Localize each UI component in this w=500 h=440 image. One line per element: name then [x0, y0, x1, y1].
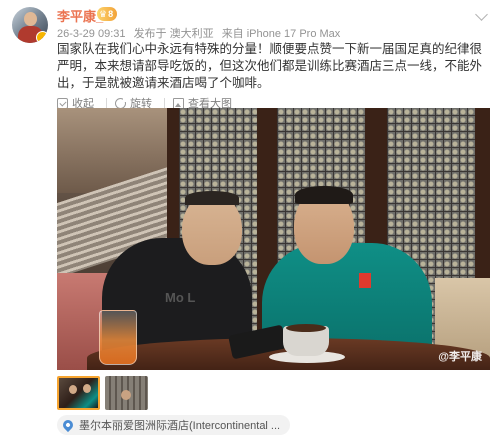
thumbnail-1[interactable]: [57, 376, 100, 410]
thumbnail-face: [83, 384, 91, 393]
weibo-post-card: 李平康_ ♛ 8 26-3-29 09:31 发布于 澳大利亚 来自 iPhon…: [0, 0, 500, 440]
post-text: 国家队在我们心中永远有特殊的分量！顺便要点赞一下新一届国足真的纪律很严明，本来想…: [57, 42, 483, 90]
post-location-region: 发布于 澳大利亚: [133, 28, 214, 40]
photo-shirt-text: Mo L: [165, 290, 196, 305]
photo-person-right-hair: [295, 186, 353, 204]
post-source-device[interactable]: 来自 iPhone 17 Pro Max: [222, 28, 341, 40]
avatar-head-shape: [24, 12, 37, 26]
photo-coffee-surface: [286, 324, 326, 332]
post-header: 李平康_ ♛ 8 26-3-29 09:31 发布于 澳大利亚 来自 iPhon…: [0, 0, 500, 44]
location-label: 墨尔本丽爱图洲际酒店(Intercontinental ...: [79, 420, 281, 432]
divider: [164, 98, 165, 108]
thumbnail-face: [69, 385, 77, 394]
chevron-down-icon[interactable]: [475, 8, 488, 21]
post-date: 26-3-29 09:31: [57, 28, 126, 40]
image-icon: [173, 97, 184, 109]
location-tag[interactable]: 墨尔本丽爱图洲际酒店(Intercontinental ...: [57, 415, 291, 435]
photo-juice-glass: [99, 310, 137, 365]
thumbnail-2[interactable]: [105, 376, 148, 410]
post-photo[interactable]: Mo L @李平康: [57, 108, 490, 370]
verified-badge-icon: [36, 31, 48, 43]
crown-icon: ♛: [99, 9, 108, 19]
divider: [106, 98, 107, 108]
avatar[interactable]: [12, 7, 48, 43]
vip-badge[interactable]: ♛ 8: [97, 7, 118, 21]
location-pin-icon: [60, 417, 76, 433]
photo-watermark: @李平康: [438, 351, 482, 363]
vip-level: 8: [108, 9, 114, 19]
photo-person-left-hair: [185, 191, 239, 205]
collapse-icon: [57, 97, 68, 109]
post-meta: 26-3-29 09:31 发布于 澳大利亚 来自 iPhone 17 Pro …: [57, 25, 345, 41]
thumbnail-face: [121, 390, 131, 400]
photo-jersey-badge: [359, 273, 371, 288]
rotate-icon: [115, 97, 127, 109]
